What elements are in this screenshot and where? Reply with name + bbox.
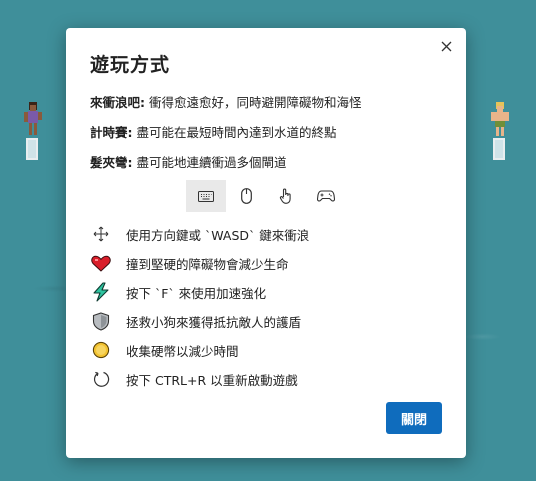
mode-text: 衝得愈遠愈好，同時避開障礙物和海怪 bbox=[145, 95, 362, 110]
instruction-text: 拯救小狗來獲得抵抗敵人的護盾 bbox=[126, 314, 302, 330]
mode-text: 盡可能地連續衝過多個閘道 bbox=[132, 155, 287, 170]
close-button[interactable]: 關閉 bbox=[386, 402, 442, 434]
shield-icon bbox=[90, 311, 112, 331]
surfer-character-right bbox=[491, 102, 509, 160]
instruction-text: 按下 `F` 來使用加速強化 bbox=[126, 285, 267, 301]
mode-text: 盡可能在最短時間內達到水道的終點 bbox=[132, 125, 337, 140]
instruction-row: 按下 `F` 來使用加速強化 bbox=[90, 282, 309, 302]
touch-icon bbox=[279, 188, 291, 204]
game-mode-list: 來衝浪吧: 衝得愈遠愈好，同時避開障礙物和海怪 計時賽: 盡可能在最短時間內達到… bbox=[90, 95, 361, 185]
coin-icon bbox=[90, 340, 112, 360]
instruction-row: 使用方向鍵或 `WASD` 鍵來衝浪 bbox=[90, 224, 309, 244]
close-icon[interactable] bbox=[438, 38, 454, 54]
mode-description: 髮夾彎: 盡可能地連續衝過多個閘道 bbox=[90, 155, 361, 171]
instruction-text: 按下 CTRL+R 以重新啟動遊戲 bbox=[126, 372, 298, 388]
surfer-character-left bbox=[24, 102, 42, 160]
controls-instruction-list: 使用方向鍵或 `WASD` 鍵來衝浪 撞到堅硬的障礙物會減少生命 按下 `F` … bbox=[90, 224, 309, 398]
mode-name: 髮夾彎: bbox=[90, 155, 133, 170]
instruction-text: 撞到堅硬的障礙物會減少生命 bbox=[126, 256, 289, 272]
mode-name: 來衝浪吧: bbox=[90, 95, 145, 110]
move-arrows-icon bbox=[90, 224, 112, 244]
mode-description: 來衝浪吧: 衝得愈遠愈好，同時避開障礙物和海怪 bbox=[90, 95, 361, 111]
tab-mouse[interactable] bbox=[226, 180, 266, 212]
input-method-tabs bbox=[186, 180, 346, 212]
tab-gamepad[interactable] bbox=[306, 180, 346, 212]
dialog-title: 遊玩方式 bbox=[90, 54, 171, 76]
restart-icon bbox=[90, 369, 112, 389]
instruction-text: 使用方向鍵或 `WASD` 鍵來衝浪 bbox=[126, 227, 310, 243]
tab-keyboard[interactable] bbox=[186, 180, 226, 212]
how-to-play-dialog: 遊玩方式 來衝浪吧: 衝得愈遠愈好，同時避開障礙物和海怪 計時賽: 盡可能在最短… bbox=[66, 28, 466, 458]
mode-description: 計時賽: 盡可能在最短時間內達到水道的終點 bbox=[90, 125, 361, 141]
instruction-row: 拯救小狗來獲得抵抗敵人的護盾 bbox=[90, 311, 309, 331]
keyboard-icon bbox=[198, 190, 214, 202]
mode-name: 計時賽: bbox=[90, 125, 133, 140]
gamepad-icon bbox=[317, 190, 335, 202]
lightning-icon bbox=[90, 282, 112, 302]
instruction-row: 收集硬幣以減少時間 bbox=[90, 340, 309, 360]
instruction-row: 按下 CTRL+R 以重新啟動遊戲 bbox=[90, 369, 309, 389]
mouse-icon bbox=[240, 188, 252, 204]
tab-touch[interactable] bbox=[266, 180, 306, 212]
instruction-text: 收集硬幣以減少時間 bbox=[126, 343, 239, 359]
heart-icon bbox=[90, 253, 112, 273]
instruction-row: 撞到堅硬的障礙物會減少生命 bbox=[90, 253, 309, 273]
